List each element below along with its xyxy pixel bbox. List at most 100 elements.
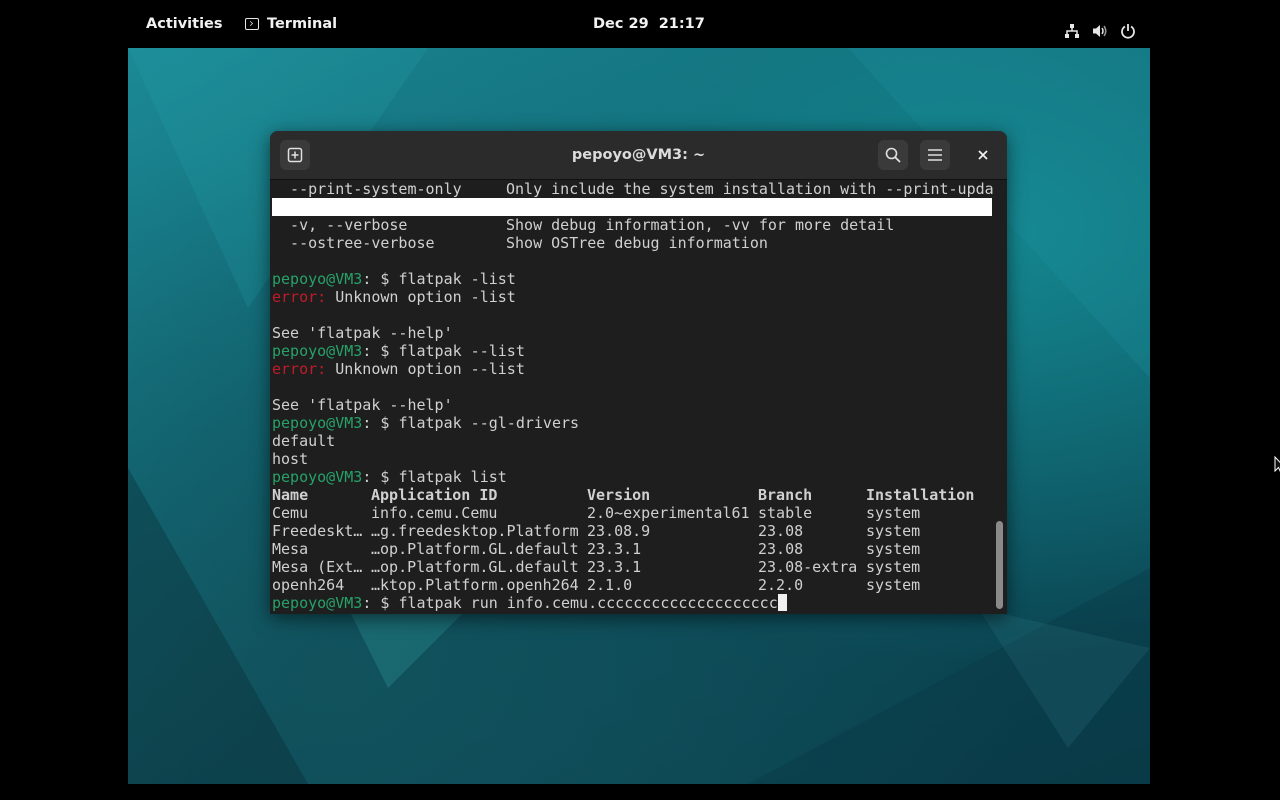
table-row: Freedeskt… …g.freedesktop.Platform 23.08… — [272, 522, 994, 540]
menu-button[interactable] — [920, 140, 950, 170]
cell-app-id: info.cemu.Cemu — [371, 504, 498, 522]
table-row: Mesa (Ext… …op.Platform.GL.default 23.3.… — [272, 558, 994, 576]
col-header-installation: Installation — [866, 486, 975, 504]
mouse-pointer-icon — [1274, 456, 1280, 473]
prompt-suffix: : $ — [362, 468, 399, 486]
prompt-user: pepoyo@VM3 — [272, 342, 363, 360]
help-option: -v, --verbose — [272, 216, 408, 234]
menu-icon — [928, 149, 942, 161]
cell-name: Freedeskt… — [272, 522, 363, 540]
cell-app-id: …op.Platform.GL.default — [371, 558, 579, 576]
see-help-text: See 'flatpak --help' — [272, 396, 453, 414]
terminal-icon — [245, 18, 259, 30]
terminal-headerbar[interactable]: pepoyo@VM3: ~ — [270, 131, 1007, 180]
selected-line: ted-env — [272, 198, 992, 216]
see-help-text: See 'flatpak --help' — [272, 324, 453, 342]
cell-installation: system — [866, 558, 921, 576]
help-desc: Show debug information, -vv for more det… — [506, 216, 895, 234]
cell-version: 2.1.0 — [587, 576, 633, 594]
col-header-version: Version — [587, 486, 651, 504]
cell-name: openh264 — [272, 576, 345, 594]
clock-time: 21:17 — [658, 16, 705, 32]
clock-button[interactable]: Dec 29 21:17 — [593, 14, 705, 34]
output-line: default — [272, 432, 994, 450]
col-header-app-id: Application ID — [371, 486, 498, 504]
output-line: host — [272, 450, 994, 468]
cell-version: 23.3.1 — [587, 558, 642, 576]
help-option: --ostree-verbose — [272, 234, 435, 252]
cell-branch: 23.08 — [758, 540, 804, 558]
text-cursor — [777, 594, 787, 611]
cell-version: 23.08.9 — [587, 522, 651, 540]
col-header-branch: Branch — [758, 486, 813, 504]
scrollbar-thumb[interactable] — [996, 521, 1003, 609]
command-input-line[interactable]: pepoyo@VM3: $ flatpak run info.cemu.cccc… — [272, 594, 994, 612]
error-label: error: — [272, 360, 327, 378]
cell-app-id: …op.Platform.GL.default — [371, 540, 579, 558]
command-text[interactable]: flatpak run info.cemu.cccccccccccccccccc… — [398, 594, 777, 612]
terminal-output[interactable]: --print-system-only Only include the sys… — [272, 180, 994, 614]
prompt-suffix: : $ — [362, 594, 399, 612]
volume-icon[interactable] — [1092, 23, 1108, 39]
command-line: pepoyo@VM3: $ flatpak --gl-drivers — [272, 414, 994, 432]
output-line: See 'flatpak --help' — [272, 396, 994, 414]
cell-branch: 2.2.0 — [758, 576, 804, 594]
error-message: Unknown option -list — [326, 288, 516, 306]
cell-branch: 23.08 — [758, 522, 804, 540]
cell-app-id: …ktop.Platform.openh264 — [371, 576, 579, 594]
prompt-user: pepoyo@VM3 — [272, 270, 363, 288]
app-menu-label: Terminal — [267, 16, 338, 32]
power-icon[interactable] — [1120, 23, 1136, 39]
error-message: Unknown option --list — [326, 360, 525, 378]
cell-version: 2.0~experimental61 — [587, 504, 750, 522]
error-line: error: Unknown option -list — [272, 288, 994, 306]
help-desc: Only include the system installation wit… — [506, 180, 994, 198]
table-row: Cemu info.cemu.Cemu 2.0~experimental61 s… — [272, 504, 994, 522]
cell-name: Mesa (Ext… — [272, 558, 363, 576]
new-tab-button[interactable] — [280, 140, 310, 170]
error-label: error: — [272, 288, 327, 306]
cell-branch: 23.08-extra — [758, 558, 858, 576]
error-line: error: Unknown option --list — [272, 360, 994, 378]
command-line: pepoyo@VM3: $ flatpak list — [272, 468, 994, 486]
help-option: --print-system-only — [272, 180, 462, 198]
cell-branch: stable — [758, 504, 813, 522]
system-tray[interactable] — [1064, 23, 1136, 39]
cell-installation: system — [866, 504, 921, 522]
command-line: pepoyo@VM3: $ flatpak --list — [272, 342, 994, 360]
output-line: See 'flatpak --help' — [272, 324, 994, 342]
cell-app-id: …g.freedesktop.Platform — [371, 522, 579, 540]
prompt-suffix: : $ — [362, 342, 399, 360]
command-text: flatpak list — [398, 468, 507, 486]
table-row: openh264 …ktop.Platform.openh264 2.1.0 2… — [272, 576, 994, 594]
prompt-user: pepoyo@VM3 — [272, 468, 363, 486]
network-icon[interactable] — [1064, 23, 1080, 39]
help-line: -v, --verbose Show debug information, -v… — [272, 216, 994, 234]
app-menu-button[interactable]: Terminal — [245, 14, 337, 34]
prompt-user: pepoyo@VM3 — [272, 594, 363, 612]
search-button[interactable] — [878, 140, 908, 170]
command-text: flatpak -list — [398, 270, 516, 288]
cell-installation: system — [866, 522, 921, 540]
clock-date: Dec 29 — [593, 16, 649, 32]
close-button[interactable] — [968, 140, 998, 170]
new-tab-icon — [287, 147, 303, 163]
table-row: Mesa …op.Platform.GL.default 23.3.1 23.0… — [272, 540, 994, 558]
gl-driver-output: host — [272, 450, 309, 468]
activities-button[interactable]: Activities — [146, 14, 223, 34]
prompt-suffix: : $ — [362, 414, 399, 432]
cell-name: Mesa — [272, 540, 309, 558]
cell-version: 23.3.1 — [587, 540, 642, 558]
command-line: pepoyo@VM3: $ flatpak -list — [272, 270, 994, 288]
terminal-window[interactable]: pepoyo@VM3: ~ --print-system-only Only i… — [270, 131, 1007, 614]
gl-driver-output: default — [272, 432, 336, 450]
command-text: flatpak --list — [398, 342, 525, 360]
cell-installation: system — [866, 576, 921, 594]
prompt-suffix: : $ — [362, 270, 399, 288]
help-desc: Show OSTree debug information — [506, 234, 768, 252]
command-text: flatpak --gl-drivers — [398, 414, 580, 432]
help-line: --print-system-only Only include the sys… — [272, 180, 994, 198]
cell-name: Cemu — [272, 504, 309, 522]
